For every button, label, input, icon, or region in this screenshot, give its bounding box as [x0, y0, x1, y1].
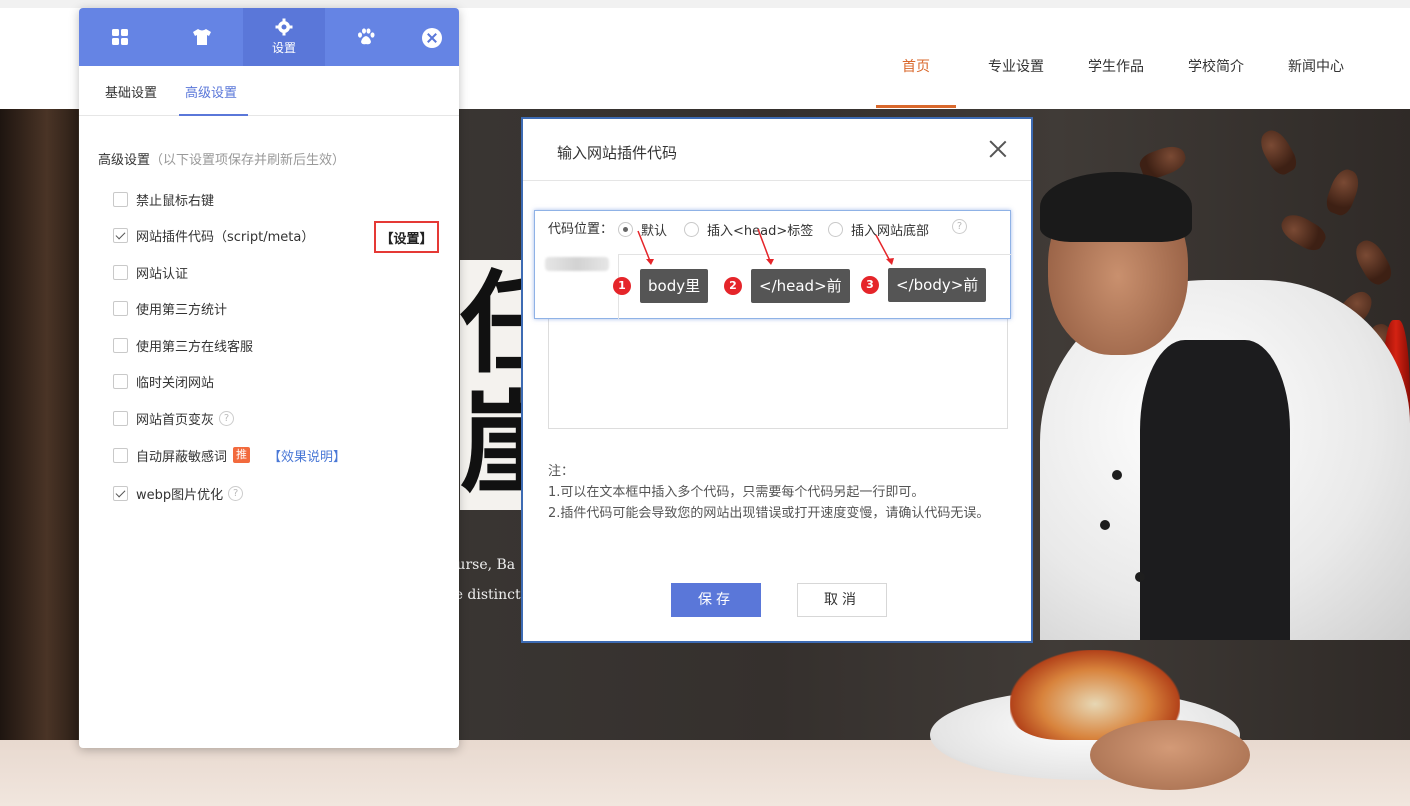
- shirt-icon: [193, 29, 211, 45]
- option-label: 使用第三方在线客服: [136, 339, 254, 355]
- grid-icon: [112, 29, 128, 45]
- option-third-party-chat[interactable]: 使用第三方在线客服: [113, 336, 254, 355]
- nav-item-student-works[interactable]: 学生作品: [1071, 56, 1161, 76]
- plugin-code-settings-link[interactable]: 【设置】: [374, 221, 439, 253]
- note-2: 2.插件代码可能会导致您的网站出现错误或打开速度变慢，请确认代码无误。: [548, 506, 990, 521]
- chef-button: [1135, 572, 1145, 582]
- plugin-code-dialog: 输入网站插件代码 注： 1.可以在文本框中插入多个代码，只需要每个代码另起一行即…: [521, 117, 1033, 643]
- tip-head-close: </head>前: [751, 269, 850, 303]
- option-site-verification[interactable]: 网站认证: [113, 263, 189, 282]
- clove-decor: [1350, 235, 1396, 289]
- option-third-party-analytics[interactable]: 使用第三方统计: [113, 299, 228, 318]
- nav-item-majors[interactable]: 专业设置: [971, 56, 1061, 76]
- option-label: 网站认证: [136, 266, 189, 282]
- subtab-bar: 基础设置 高级设置: [79, 66, 459, 116]
- note-1: 1.可以在文本框中插入多个代码，只需要每个代码另起一行即可。: [548, 485, 925, 500]
- subtab-basic-settings[interactable]: 基础设置: [105, 82, 157, 101]
- help-icon[interactable]: ?: [952, 219, 967, 234]
- dialog-title: 输入网站插件代码: [557, 144, 678, 162]
- panel-tab-bar: 设置: [79, 8, 459, 66]
- tab-extras[interactable]: [325, 8, 407, 66]
- effect-description-link[interactable]: 【效果说明】: [268, 446, 346, 465]
- nav-item-about-school[interactable]: 学校简介: [1171, 56, 1261, 76]
- option-filter-sensitive-words[interactable]: 自动屏蔽敏感词 推 【效果说明】: [113, 446, 346, 465]
- section-title-text: 高级设置: [98, 153, 151, 168]
- option-plugin-code[interactable]: 网站插件代码（script/meta）: [113, 226, 315, 245]
- save-button[interactable]: 保存: [671, 583, 761, 617]
- recommend-badge: 推: [233, 447, 251, 463]
- wood-plank: [0, 109, 78, 740]
- option-webp-optimization[interactable]: webp图片优化 ?: [113, 484, 244, 503]
- option-label: 临时关闭网站: [136, 375, 215, 391]
- tab-layout[interactable]: [79, 8, 161, 66]
- nav-item-home[interactable]: 首页: [871, 56, 961, 76]
- checkbox[interactable]: [113, 191, 128, 207]
- checkbox[interactable]: [113, 447, 128, 463]
- option-label: webp图片优化: [136, 487, 224, 503]
- annotation-arrows: [637, 228, 894, 265]
- close-icon[interactable]: [989, 140, 1007, 158]
- nav-item-news[interactable]: 新闻中心: [1271, 56, 1361, 76]
- option-label: 使用第三方统计: [136, 302, 228, 318]
- dialog-notes: 注： 1.可以在文本框中插入多个代码，只需要每个代码另起一行即可。 2.插件代码…: [548, 461, 1003, 524]
- hand-image: [1090, 720, 1250, 790]
- section-title: 高级设置（以下设置项保存并刷新后生效）: [98, 149, 345, 168]
- option-label: 网站首页变灰: [136, 412, 215, 428]
- help-icon[interactable]: ?: [219, 410, 235, 426]
- tip-body-close: </body>前: [888, 268, 987, 302]
- checkbox[interactable]: [113, 373, 128, 389]
- option-disable-right-click[interactable]: 禁止鼠标右键: [113, 190, 215, 209]
- option-label: 自动屏蔽敏感词: [136, 449, 228, 465]
- option-grayscale-home[interactable]: 网站首页变灰 ?: [113, 409, 235, 428]
- nav-active-underline: [876, 105, 956, 108]
- clove-decor: [1322, 165, 1364, 219]
- clove-decor: [1255, 125, 1301, 179]
- chef-apron: [1140, 340, 1290, 640]
- tip-number-2: 2: [724, 277, 742, 295]
- cancel-button[interactable]: 取消: [797, 583, 887, 617]
- dialog-divider: [523, 180, 1031, 181]
- tab-style[interactable]: [161, 8, 243, 66]
- tab-settings-label: 设置: [271, 41, 296, 55]
- subtab-advanced-settings[interactable]: 高级设置: [185, 82, 237, 101]
- checkbox[interactable]: [113, 337, 128, 353]
- checkbox[interactable]: [113, 300, 128, 316]
- subtab-active-underline: [179, 114, 248, 116]
- tip-number-3: 3: [861, 276, 879, 294]
- notes-title: 注：: [548, 464, 575, 479]
- tip-number-1: 1: [613, 277, 631, 295]
- gear-icon: [275, 18, 293, 36]
- checkbox[interactable]: [113, 264, 128, 280]
- option-label: 网站插件代码（script/meta）: [136, 229, 315, 245]
- chef-hair: [1040, 172, 1192, 242]
- paw-icon: [358, 28, 375, 45]
- section-hint: （以下设置项保存并刷新后生效）: [150, 153, 346, 168]
- chef-button: [1112, 470, 1122, 480]
- tab-settings[interactable]: 设置: [243, 8, 325, 66]
- option-close-site[interactable]: 临时关闭网站: [113, 372, 215, 391]
- checkbox[interactable]: [113, 410, 128, 426]
- panel-close-icon[interactable]: [422, 28, 442, 48]
- clove-decor: [1276, 209, 1330, 255]
- checkbox[interactable]: [113, 227, 128, 243]
- option-label: 禁止鼠标右键: [136, 193, 215, 209]
- help-icon[interactable]: ?: [228, 485, 244, 501]
- tip-body: body里: [640, 269, 709, 303]
- chef-button: [1100, 520, 1110, 530]
- checkbox[interactable]: [113, 485, 128, 501]
- settings-panel: 设置 基础设置 高级设置 高级设置（以下设置项保存并刷新后生效） 禁止鼠标右键 …: [79, 8, 459, 748]
